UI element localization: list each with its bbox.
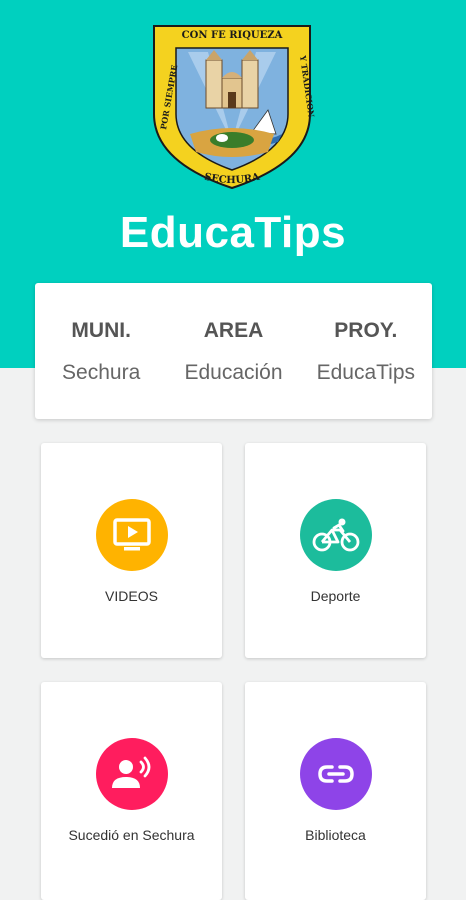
sechura-crest-logo: CON FE RIQUEZA POR SIEMPRE Y TRADICION S… xyxy=(153,25,316,190)
info-heading: PROY. xyxy=(334,319,398,342)
bicycle-icon xyxy=(299,499,372,571)
info-proy: PROY. EducaTips xyxy=(300,283,432,419)
info-muni: MUNI. Sechura xyxy=(35,283,167,419)
app-title: EducaTips xyxy=(119,208,347,257)
info-value: Educación xyxy=(184,361,283,384)
sucedio-en-sechura-tile[interactable]: Sucedió en Sechura xyxy=(41,682,222,900)
deporte-tile[interactable]: Deporte xyxy=(245,443,426,658)
info-area: AREA Educación xyxy=(167,283,299,419)
info-value: EducaTips xyxy=(316,361,416,384)
info-heading: MUNI. xyxy=(71,319,131,342)
info-heading: AREA xyxy=(203,319,264,342)
info-value: Sechura xyxy=(62,361,141,384)
speaker-person-icon xyxy=(95,738,168,810)
link-icon xyxy=(299,738,372,810)
videos-tile[interactable]: VIDEOS xyxy=(41,443,222,658)
tv-play-icon xyxy=(95,499,168,571)
tile-label: Sucedió en Sechura xyxy=(68,827,195,843)
info-card: MUNI. Sechura AREA Educación PROY. Educa… xyxy=(35,283,432,419)
tile-label: Biblioteca xyxy=(305,827,366,843)
biblioteca-tile[interactable]: Biblioteca xyxy=(245,682,426,900)
svg-text:CON FE RIQUEZA: CON FE RIQUEZA xyxy=(182,30,283,41)
tile-label: Deporte xyxy=(310,588,361,604)
tile-label: VIDEOS xyxy=(105,588,158,604)
